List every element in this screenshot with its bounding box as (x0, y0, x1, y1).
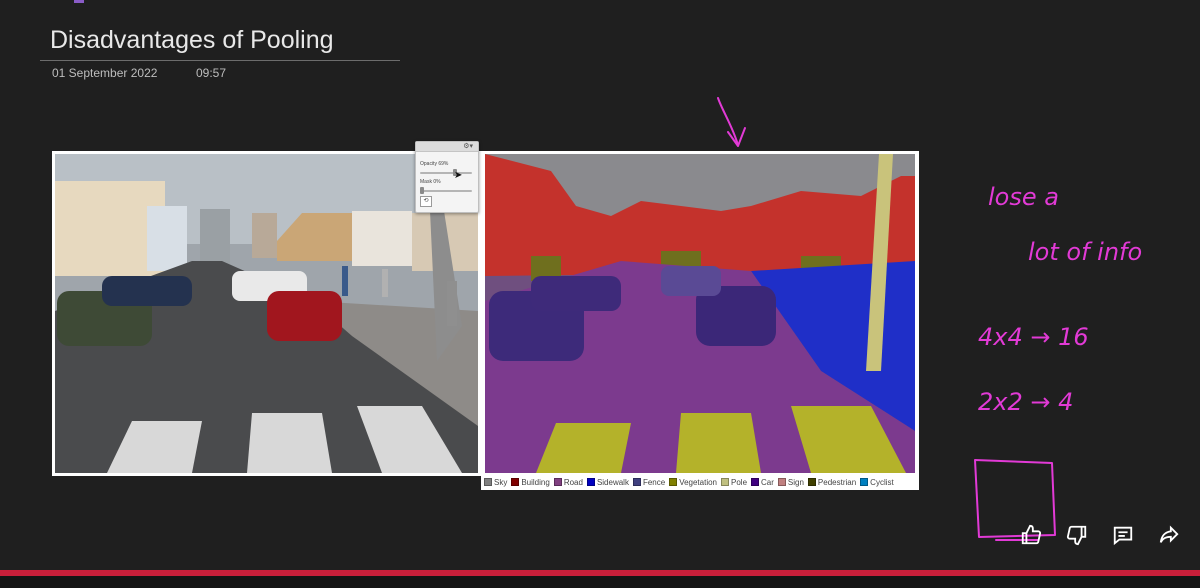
thumbs-down-icon[interactable] (1060, 518, 1094, 552)
note-page: Disadvantages of Pooling 01 September 20… (0, 0, 1200, 588)
handwriting-layer: lose a lot of info 4x4 → 16 2x2 → 4 (717, 97, 1142, 541)
handwriting-line-4: 2x2 → 4 (978, 388, 1073, 416)
bottom-strip (0, 576, 1200, 588)
reaction-toolbar (1010, 516, 1200, 554)
share-icon[interactable] (1152, 518, 1186, 552)
thumbs-up-icon[interactable] (1014, 518, 1048, 552)
down-arrow-head (727, 127, 746, 147)
handwriting-line-2: lot of info (1028, 238, 1142, 266)
comment-icon[interactable] (1106, 518, 1140, 552)
handwriting-line-3: 4x4 → 16 (978, 323, 1089, 351)
handwriting-line-1: lose a (988, 183, 1059, 211)
down-arrow-stroke (717, 97, 739, 146)
